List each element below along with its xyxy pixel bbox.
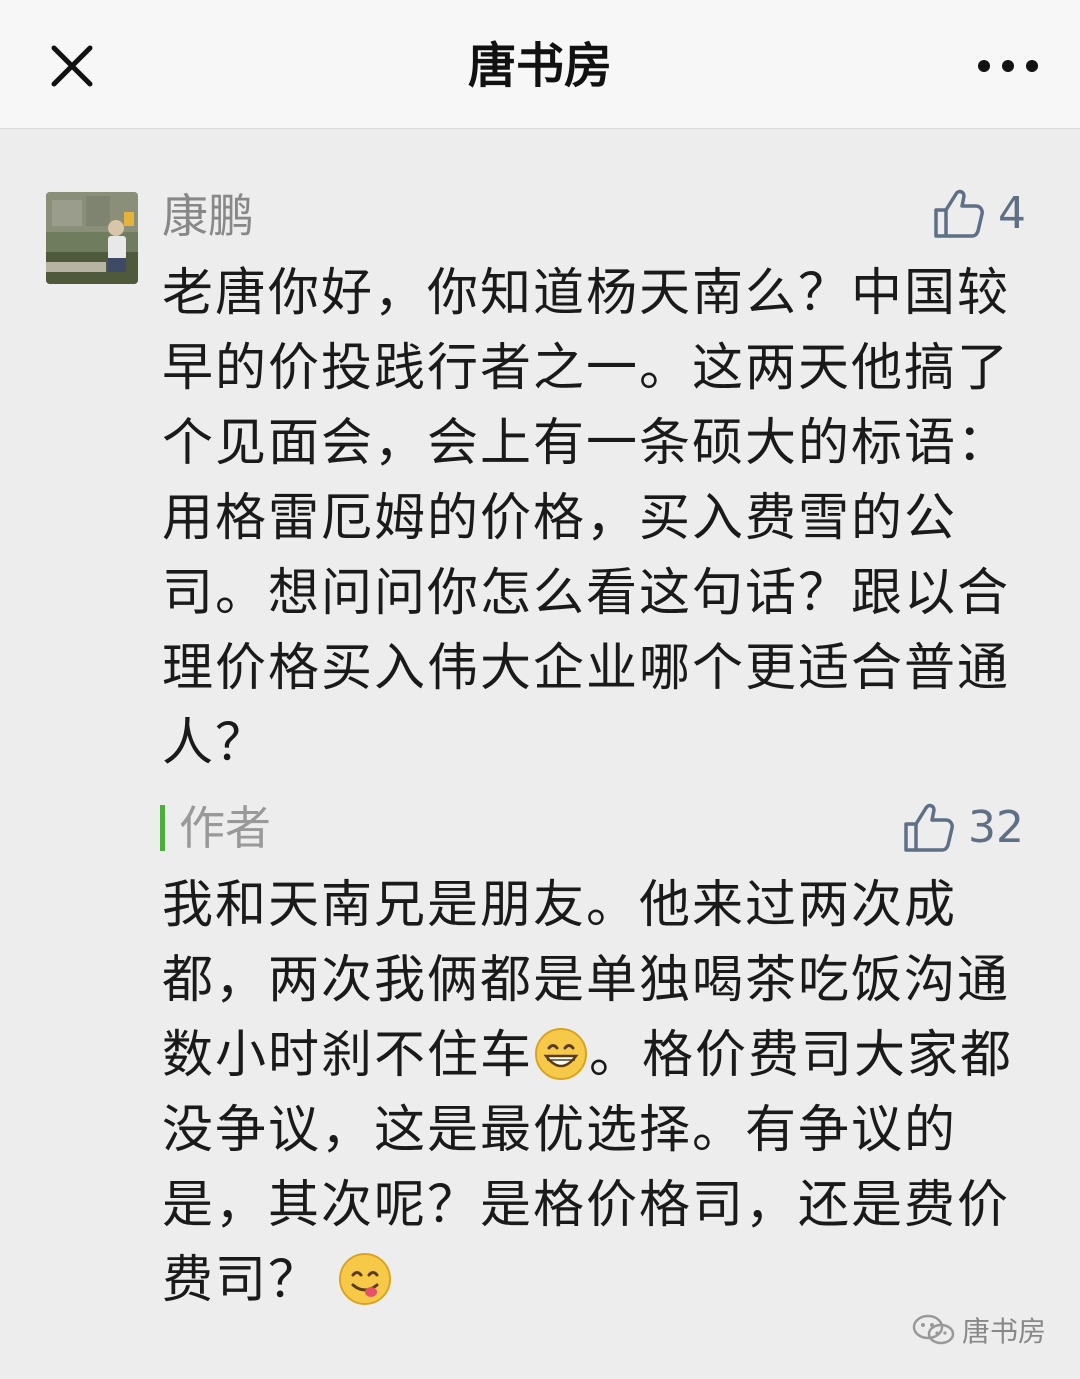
reply-text: 我和天南兄是朋友。他来过两次成都，两次我俩都是单独喝茶吃饭沟通数小时刹不住车 。…	[162, 868, 1032, 1318]
author-reply-tag: 作者	[160, 798, 271, 858]
watermark: 唐书房	[912, 1310, 1046, 1350]
reply-like-button[interactable]: 32	[900, 798, 1024, 858]
page-title: 唐书房	[467, 38, 612, 94]
comment-like-count: 4	[998, 188, 1026, 239]
more-options-button[interactable]	[970, 50, 1046, 82]
top-nav-bar: 唐书房	[0, 0, 1080, 129]
thumbs-up-icon	[904, 803, 954, 852]
thumbs-up-icon	[934, 189, 984, 238]
author-accent-bar	[160, 805, 165, 851]
yum-face-emoji-icon	[339, 1253, 392, 1305]
reply-like-count: 32	[968, 802, 1024, 853]
comment-like-button[interactable]: 4	[930, 184, 1026, 244]
comment-username: 康鹏	[162, 189, 254, 243]
wechat-logo-icon	[912, 1314, 955, 1345]
watermark-text: 唐书房	[962, 1315, 1047, 1348]
author-label: 作者	[179, 801, 271, 855]
avatar[interactable]	[46, 192, 138, 284]
more-dots-icon	[978, 60, 1038, 72]
avatar-photo	[46, 192, 138, 284]
grinning-face-emoji-icon	[535, 1028, 588, 1080]
comment-text: 老唐你好，你知道杨天南么？中国较早的价投践行者之一。这两天他搞了个见面会，会上有…	[162, 264, 1011, 773]
